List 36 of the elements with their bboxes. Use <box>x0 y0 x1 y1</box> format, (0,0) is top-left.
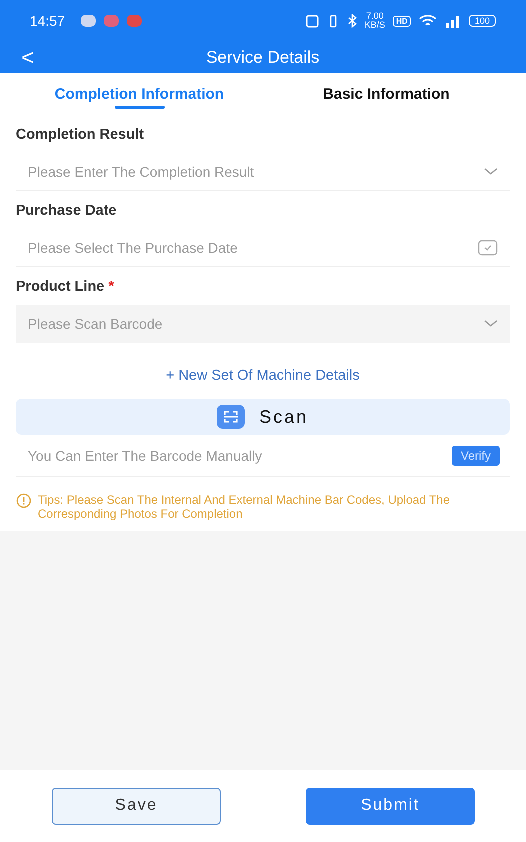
notification-icon <box>127 15 142 27</box>
placeholder: You Can Enter The Barcode Manually <box>28 448 264 464</box>
notification-icon <box>81 15 96 27</box>
battery-icon: 100 <box>468 15 496 27</box>
chevron-down-icon <box>484 168 498 176</box>
field-label: Product Line <box>16 279 105 295</box>
tab[interactable]: Completion Information <box>16 73 263 115</box>
notification-icon <box>104 15 120 27</box>
select-field[interactable]: Please Scan Barcode <box>16 305 510 343</box>
hd-badge: HD <box>393 16 411 26</box>
info-icon <box>16 493 32 509</box>
submit-button[interactable]: Submit <box>306 788 475 824</box>
scan-button[interactable]: Scan <box>16 399 510 435</box>
calendar-icon <box>478 239 498 256</box>
status-time: 14:57 <box>30 13 66 29</box>
field-label: Purchase Date <box>16 203 117 219</box>
barcode-input[interactable]: You Can Enter The Barcode Manually Verify <box>16 435 510 477</box>
tab[interactable]: Basic Information <box>263 73 510 115</box>
scan-icon <box>217 405 246 429</box>
placeholder: Please Scan Barcode <box>28 316 164 332</box>
tips-text: Tips: Please Scan The Internal And External Machine Bar Codes, Upload The Corresponding Photos For Completion <box>38 493 452 521</box>
nfc-icon <box>306 14 319 28</box>
verify-button[interactable]: Verify <box>452 446 500 466</box>
placeholder: Please Select The Purchase Date <box>28 240 239 256</box>
add-machine-link[interactable]: + New Set Of Machine Details <box>160 367 366 385</box>
network-speed: 7.00 KB/S <box>364 12 386 30</box>
placeholder: Please Enter The Completion Result <box>28 164 256 180</box>
page-title: Service Details <box>205 48 321 68</box>
signal-icon <box>444 14 461 28</box>
chevron-down-icon <box>484 320 498 328</box>
wifi-icon <box>418 14 437 28</box>
save-button[interactable]: Save <box>52 788 221 824</box>
required-mark: * <box>108 279 114 295</box>
back-button[interactable]: < <box>16 44 40 70</box>
bluetooth-icon <box>348 14 357 28</box>
field-label: Completion Result <box>16 127 144 143</box>
